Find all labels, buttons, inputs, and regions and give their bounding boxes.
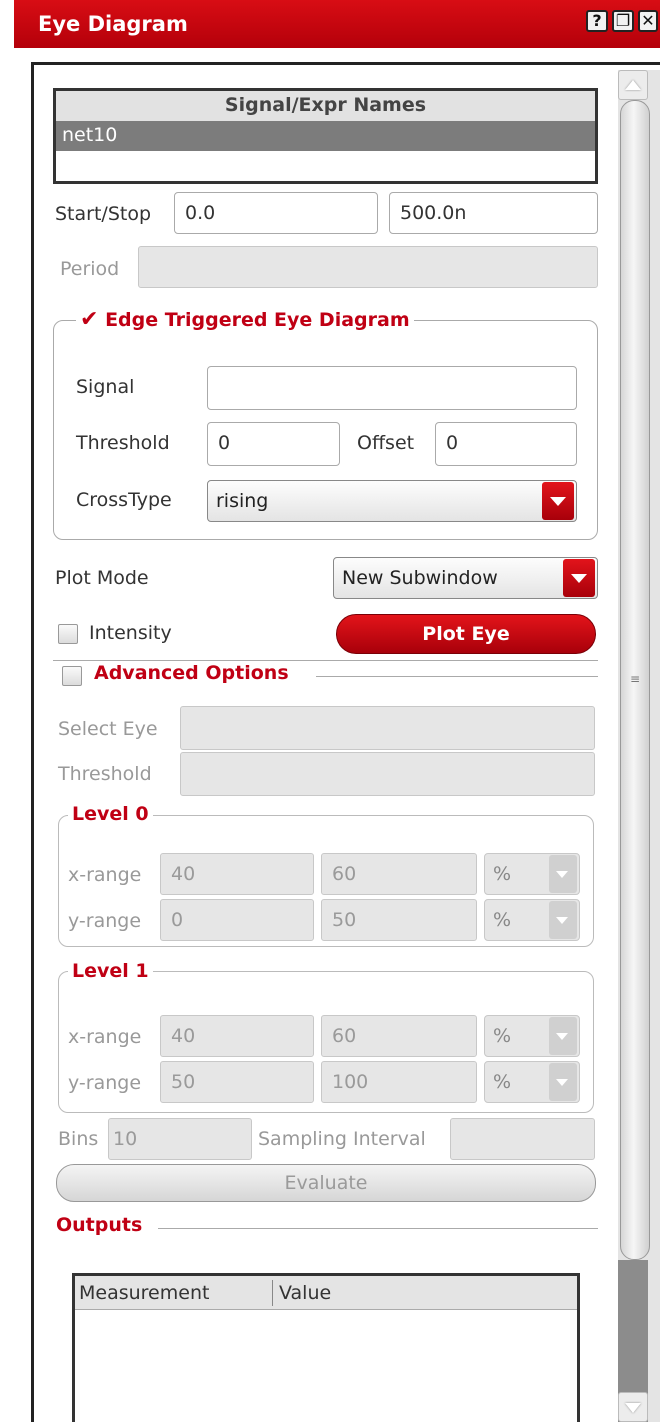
level-1-title: Level 1: [68, 960, 153, 982]
level-1-x-unit-dropdown-button[interactable]: [549, 1017, 577, 1055]
level-1-y-max-field[interactable]: 100: [321, 1061, 477, 1103]
plot-mode-value: New Subwindow: [342, 567, 498, 589]
close-icon[interactable]: ✕: [638, 10, 658, 32]
chevron-down-icon: [556, 1079, 568, 1086]
level-1-y-range-label: y-range: [68, 1072, 142, 1094]
sampling-interval-field[interactable]: [450, 1118, 595, 1160]
start-field[interactable]: 0.0: [174, 192, 378, 234]
chevron-down-icon: [625, 1403, 641, 1413]
divider: [316, 676, 598, 677]
level-1-y-unit-select[interactable]: %: [484, 1061, 580, 1103]
plot-mode-dropdown-button[interactable]: [563, 559, 595, 597]
evaluate-button[interactable]: Evaluate: [56, 1164, 596, 1202]
chevron-down-icon: [556, 1033, 568, 1040]
level-0-y-range-label: y-range: [68, 910, 142, 932]
window-title: Eye Diagram: [38, 12, 188, 36]
level-0-x-unit-dropdown-button[interactable]: [549, 855, 577, 893]
title-bar: Eye Diagram ? ❐ ✕: [14, 0, 660, 48]
level-0-x-unit-value: %: [493, 863, 512, 885]
scroll-down-button[interactable]: [618, 1392, 648, 1422]
stop-field[interactable]: 500.0n: [389, 192, 598, 234]
signal-list[interactable]: Signal/Expr Names net10: [53, 88, 598, 184]
offset-label: Offset: [357, 432, 415, 454]
bins-label: Bins: [58, 1128, 99, 1150]
crosstype-value: rising: [216, 490, 269, 512]
period-label: Period: [60, 258, 120, 280]
help-icon[interactable]: ?: [586, 10, 608, 32]
scroll-up-button[interactable]: [618, 70, 648, 100]
level-1-y-unit-value: %: [493, 1071, 512, 1093]
plot-eye-button[interactable]: Plot Eye: [336, 614, 596, 654]
threshold-field[interactable]: 0: [207, 422, 340, 466]
edge-triggered-legend: ✔ Edge Triggered Eye Diagram: [76, 306, 414, 334]
threshold-label: Threshold: [76, 432, 170, 454]
signal-field[interactable]: [207, 366, 577, 410]
advanced-threshold-label: Threshold: [58, 763, 152, 785]
chevron-down-icon: [556, 917, 568, 924]
level-1-x-unit-select[interactable]: %: [484, 1015, 580, 1057]
level-0-x-range-label: x-range: [68, 864, 142, 886]
divider: [158, 1228, 598, 1229]
value-column-header[interactable]: Value: [279, 1282, 331, 1304]
level-0-y-max-field[interactable]: 50: [321, 899, 477, 941]
edge-triggered-title: Edge Triggered Eye Diagram: [105, 309, 410, 331]
grip-icon: ≡: [629, 672, 641, 686]
level-1-y-min-field[interactable]: 50: [160, 1061, 314, 1103]
level-0-y-unit-select[interactable]: %: [484, 899, 580, 941]
chevron-down-icon: [550, 497, 566, 506]
level-1-y-unit-dropdown-button[interactable]: [549, 1063, 577, 1101]
signal-label: Signal: [76, 376, 135, 398]
chevron-down-icon: [571, 574, 587, 583]
intensity-label: Intensity: [89, 622, 172, 644]
crosstype-select[interactable]: rising: [207, 480, 577, 522]
edge-triggered-checkbox[interactable]: ✔: [80, 307, 98, 332]
sampling-interval-label: Sampling Interval: [258, 1128, 426, 1150]
advanced-options-title: Advanced Options: [92, 662, 291, 684]
level-0-y-unit-value: %: [493, 909, 512, 931]
outputs-table[interactable]: Measurement Value: [72, 1273, 580, 1422]
bins-field[interactable]: 10: [108, 1118, 252, 1160]
measurement-column-header[interactable]: Measurement: [79, 1282, 209, 1304]
plot-mode-select[interactable]: New Subwindow: [333, 557, 598, 599]
level-0-x-max-field[interactable]: 60: [321, 853, 477, 895]
period-field[interactable]: [138, 246, 598, 288]
signal-list-header[interactable]: Signal/Expr Names: [56, 91, 595, 121]
level-1-x-min-field[interactable]: 40: [160, 1015, 314, 1057]
level-0-x-min-field[interactable]: 40: [160, 853, 314, 895]
crosstype-label: CrossType: [76, 489, 172, 511]
start-stop-label: Start/Stop: [55, 203, 152, 225]
advanced-threshold-field[interactable]: [180, 752, 595, 796]
crosstype-dropdown-button[interactable]: [542, 482, 574, 520]
signal-list-row[interactable]: net10: [56, 121, 595, 151]
level-0-y-min-field[interactable]: 0: [160, 899, 314, 941]
divider: [53, 660, 598, 661]
intensity-checkbox[interactable]: [58, 624, 78, 644]
outputs-table-header: Measurement Value: [75, 1276, 577, 1310]
column-divider[interactable]: [272, 1280, 273, 1306]
chevron-up-icon: [625, 80, 641, 90]
plot-mode-label: Plot Mode: [55, 567, 149, 589]
level-1-x-max-field[interactable]: 60: [321, 1015, 477, 1057]
float-window-icon[interactable]: ❐: [612, 10, 634, 32]
level-1-x-unit-value: %: [493, 1025, 512, 1047]
level-0-title: Level 0: [68, 803, 153, 825]
level-0-x-unit-select[interactable]: %: [484, 853, 580, 895]
offset-field[interactable]: 0: [435, 422, 577, 466]
level-1-x-range-label: x-range: [68, 1026, 142, 1048]
level-0-y-unit-dropdown-button[interactable]: [549, 901, 577, 939]
select-eye-label: Select Eye: [58, 718, 158, 740]
chevron-down-icon: [556, 871, 568, 878]
outputs-title: Outputs: [54, 1214, 145, 1236]
advanced-options-checkbox[interactable]: [62, 666, 82, 686]
select-eye-field[interactable]: [180, 706, 595, 750]
